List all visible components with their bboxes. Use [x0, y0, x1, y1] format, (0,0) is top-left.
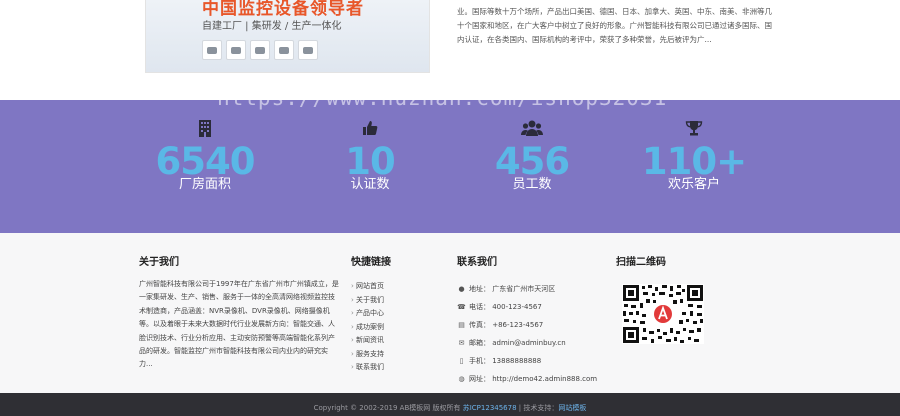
- globe-icon: ◍: [458, 375, 465, 383]
- stat-certifications: 10 认证数: [300, 117, 440, 193]
- stat-value: 456: [494, 140, 570, 183]
- contact-list: ● 地址： 广东省广州市天河区 ☎ 电话： 400-123-4567 ▤ 传真： +8…: [457, 280, 597, 388]
- location-icon: ●: [458, 285, 465, 293]
- camera-icon: [226, 40, 246, 60]
- stat-customers: 110+ 欢乐客户: [624, 117, 764, 193]
- trophy-icon: [624, 117, 764, 139]
- camera-icon: [298, 40, 318, 60]
- footer-about-text: 广州智能科技有限公司于1997年在广东省广州市广州镇成立，是一家集研发、生产、销…: [139, 280, 339, 369]
- footer-qr-title: 扫描二维码: [616, 257, 666, 268]
- contact-text[interactable]: 邮箱： admin@adminbuy.cn: [469, 334, 566, 352]
- email-icon: ✉: [458, 339, 465, 347]
- icp-link[interactable]: 苏ICP12345678: [463, 404, 517, 412]
- footer-contact-title: 联系我们: [457, 257, 497, 268]
- mobile-icon: ▯: [459, 357, 464, 365]
- stat-factory-area: 6540 厂房面积: [135, 117, 275, 193]
- page: 中国监控设备领导者 自建工厂 | 集研发 / 生产一体化 业。国际等数十万个场所…: [0, 0, 900, 416]
- thumbs-up-icon: [300, 117, 440, 139]
- link-support[interactable]: 服务支持: [351, 348, 384, 362]
- footer-info: [0, 233, 900, 393]
- stat-label: 员工数: [512, 177, 552, 192]
- contact-text[interactable]: 网址： http://demo42.admin888.com: [469, 370, 597, 388]
- about-paragraph: 业。国际等数十万个场所，产品出口美国、德国、日本、加拿大、英国、中东、南美、非洲…: [457, 7, 772, 44]
- tech-support-link[interactable]: 网站模板: [558, 404, 586, 412]
- stat-value: 110+: [641, 140, 747, 183]
- copyright-text: Copyright © 2002-2019 AB模板网 版权所有: [313, 404, 461, 412]
- contact-email: ✉ 邮箱： admin@adminbuy.cn: [457, 334, 597, 352]
- contact-text: 电话： 400-123-4567: [469, 303, 542, 311]
- link-news[interactable]: 新闻资讯: [351, 334, 384, 348]
- tech-support-label: | 技术支持：: [516, 404, 559, 412]
- link-home[interactable]: 网站首页: [351, 280, 384, 294]
- camera-icon: [274, 40, 294, 60]
- link-contact[interactable]: 联系我们: [351, 361, 384, 375]
- contact-mobile: ▯ 手机： 13888888888: [457, 352, 597, 370]
- contact-fax: ▤ 传真： +86-123-4567: [457, 316, 597, 334]
- about-section: 中国监控设备领导者 自建工厂 | 集研发 / 生产一体化 业。国际等数十万个场所…: [0, 0, 900, 100]
- camera-icon: [202, 40, 222, 60]
- camera-thumbnails: [202, 40, 318, 60]
- qr-code-image: [622, 284, 704, 344]
- building-icon: [135, 117, 275, 139]
- stat-value: 10: [345, 140, 396, 183]
- footer-about-title: 关于我们: [139, 257, 179, 268]
- watermark-text: https://www.huzhan.com/ishop32031: [217, 86, 668, 110]
- link-about[interactable]: 关于我们: [351, 294, 384, 308]
- stat-label: 认证数: [350, 177, 390, 192]
- users-icon: [462, 117, 602, 139]
- stat-value: 6540: [155, 140, 256, 183]
- quick-links: 网站首页 关于我们 产品中心 成功案例 新闻资讯 服务支持 联系我们: [351, 280, 384, 375]
- contact-text: 手机： 13888888888: [469, 357, 542, 365]
- banner-subtitle: 自建工厂 | 集研发 / 生产一体化: [202, 21, 342, 32]
- contact-text: 地址： 广东省广州市天河区: [469, 285, 556, 293]
- footer-links-title: 快捷链接: [351, 257, 391, 268]
- contact-phone: ☎ 电话： 400-123-4567: [457, 298, 597, 316]
- phone-icon: ☎: [457, 303, 466, 311]
- camera-icon: [250, 40, 270, 60]
- stat-employees: 456 员工数: [462, 117, 602, 193]
- link-products[interactable]: 产品中心: [351, 307, 384, 321]
- contact-address: ● 地址： 广东省广州市天河区: [457, 280, 597, 298]
- contact-text: 传真： +86-123-4567: [469, 321, 544, 329]
- contact-website: ◍ 网址： http://demo42.admin888.com: [457, 370, 597, 388]
- fax-icon: ▤: [458, 321, 465, 329]
- company-banner-image: 中国监控设备领导者 自建工厂 | 集研发 / 生产一体化: [145, 0, 430, 73]
- link-cases[interactable]: 成功案例: [351, 321, 384, 335]
- bottom-bar: Copyright © 2002-2019 AB模板网 版权所有 苏ICP123…: [0, 393, 900, 416]
